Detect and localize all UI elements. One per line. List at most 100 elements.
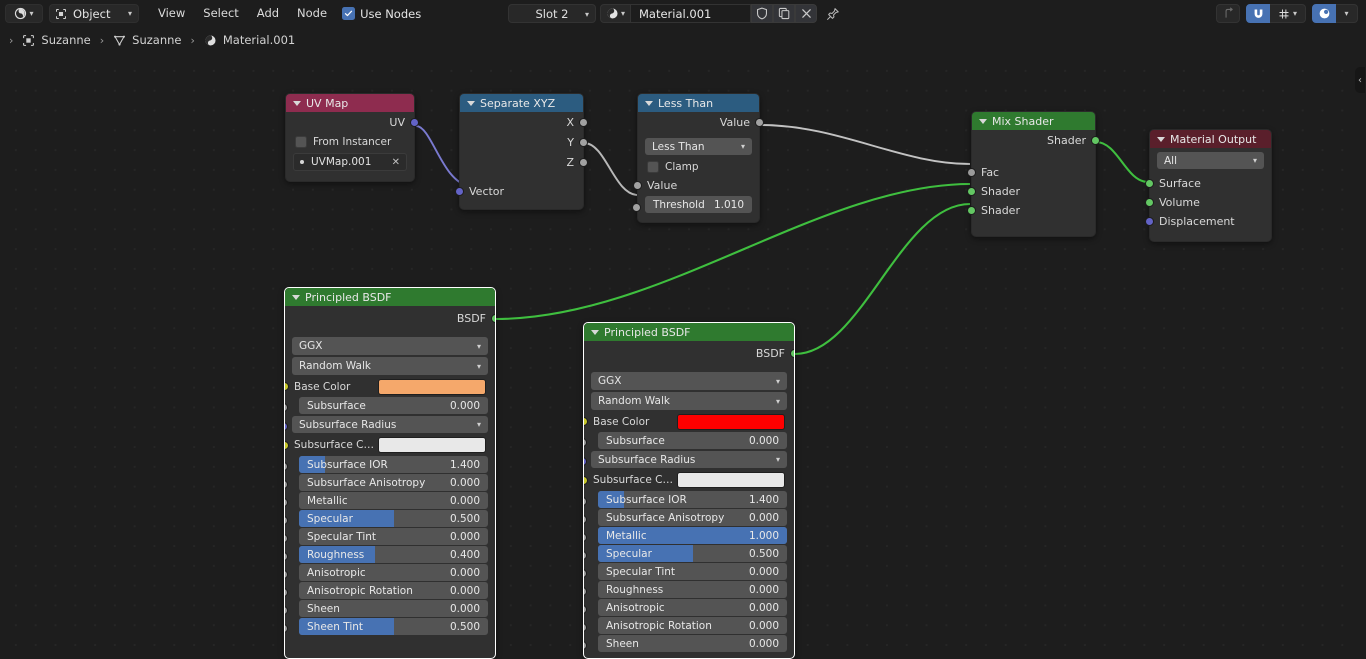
subsurface-color-swatch[interactable] <box>378 437 486 453</box>
slider-specular-tint[interactable]: Specular Tint 0.000 <box>598 563 787 580</box>
output-shader[interactable]: Shader <box>972 130 1100 150</box>
target-dropdown[interactable]: All ▾ <box>1157 152 1264 169</box>
socket-specular-in[interactable] <box>285 516 288 525</box>
collapse-triangle-icon[interactable] <box>591 330 599 335</box>
menu-view[interactable]: View <box>149 4 194 23</box>
input-surface[interactable]: Surface <box>1145 174 1271 193</box>
node-principled-bsdf-right[interactable]: Principled BSDF BSDF GGX ▾ Random Walk ▾… <box>583 322 795 659</box>
node-less-than[interactable]: Less Than Value Less Than ▾ Clamp Value <box>632 93 764 223</box>
node-mix-shader-header[interactable]: Mix Shader <box>972 112 1095 130</box>
node-less-than-header[interactable]: Less Than <box>638 94 759 112</box>
collapse-triangle-icon[interactable] <box>1157 137 1165 142</box>
socket-sheen-in[interactable] <box>584 641 587 650</box>
threshold-slider[interactable]: Threshold 1.010 <box>645 196 752 213</box>
breadcrumb-item-object[interactable]: Suzanne <box>41 33 90 47</box>
socket-anisotropic-in[interactable] <box>584 605 587 614</box>
subsurface-method-dropdown[interactable]: Random Walk ▾ <box>292 357 488 375</box>
socket-roughness-in[interactable] <box>584 587 587 596</box>
subsurface-radius-dropdown[interactable]: Subsurface Radius ▾ <box>591 451 787 468</box>
node-uv-map-header[interactable]: UV Map <box>286 94 414 112</box>
menu-add[interactable]: Add <box>248 4 288 23</box>
socket-z-out[interactable] <box>579 158 588 167</box>
slider-anisotropic-rotation[interactable]: Anisotropic Rotation 0.000 <box>598 617 787 634</box>
overlays-toggle-button[interactable] <box>1312 4 1336 23</box>
shader-type-dropdown[interactable]: Object ▾ <box>49 4 139 23</box>
socket-volume-in[interactable] <box>1145 198 1154 207</box>
slider-sheen-tint[interactable]: Sheen Tint 0.500 <box>299 618 488 635</box>
node-material-output[interactable]: Material Output All ▾ Surface Volume Dis… <box>1145 129 1272 242</box>
socket-value-out[interactable] <box>755 118 764 127</box>
subsurface-color-swatch[interactable] <box>677 472 785 488</box>
node-material-output-header[interactable]: Material Output <box>1150 130 1271 148</box>
input-shader-1[interactable]: Shader <box>967 182 1095 201</box>
node-mix-shader[interactable]: Mix Shader Shader Fac Shader Shader <box>967 111 1100 237</box>
node-principled-bsdf-left[interactable]: Principled BSDF BSDF GGX ▾ Random Walk ▾… <box>284 287 496 659</box>
slider-subsurface-ior[interactable]: Subsurface IOR 1.400 <box>299 456 488 473</box>
socket-threshold-in[interactable] <box>632 203 641 212</box>
output-y[interactable]: Y <box>460 132 588 152</box>
pin-button[interactable] <box>826 7 840 21</box>
socket-x-out[interactable] <box>579 118 588 127</box>
node-uv-map[interactable]: UV Map UV From Instancer UVMap.001 ✕ <box>285 93 419 182</box>
socket-uv-out[interactable] <box>410 118 419 127</box>
slider-roughness[interactable]: Roughness 0.000 <box>598 581 787 598</box>
node-principled-bsdf-right-header[interactable]: Principled BSDF <box>584 323 794 341</box>
socket-shader1-in[interactable] <box>967 187 976 196</box>
socket-anisotropic-rotation-in[interactable] <box>285 588 288 597</box>
node-separate-xyz[interactable]: Separate XYZ X Y Z Vector <box>455 93 588 210</box>
socket-subsurface-ior-in[interactable] <box>584 497 587 506</box>
socket-vector-in[interactable] <box>455 187 464 196</box>
clamp-checkbox[interactable]: Clamp <box>638 157 759 176</box>
input-fac[interactable]: Fac <box>967 163 1095 182</box>
socket-shader2-in[interactable] <box>967 206 976 215</box>
socket-specular-tint-in[interactable] <box>285 534 288 543</box>
overlays-dropdown[interactable]: ▾ <box>1336 4 1358 23</box>
slider-anisotropic[interactable]: Anisotropic 0.000 <box>598 599 787 616</box>
output-bsdf[interactable]: BSDF <box>584 341 794 365</box>
socket-subsurface-anisotropy-in[interactable] <box>584 515 587 524</box>
socket-subsurface-in[interactable] <box>584 438 587 447</box>
slider-specular[interactable]: Specular 0.500 <box>598 545 787 562</box>
slider-subsurface-ior[interactable]: Subsurface IOR 1.400 <box>598 491 787 508</box>
operation-dropdown[interactable]: Less Than ▾ <box>645 138 752 155</box>
socket-metallic-in[interactable] <box>584 533 587 542</box>
socket-shader-out[interactable] <box>1091 136 1100 145</box>
snap-target-dropdown[interactable]: ▾ <box>1270 4 1306 23</box>
slider-specular-tint[interactable]: Specular Tint 0.000 <box>299 528 488 545</box>
clear-icon[interactable]: ✕ <box>392 157 400 168</box>
go-to-parent-button[interactable] <box>1216 4 1240 23</box>
input-vector[interactable]: Vector <box>455 182 583 201</box>
menu-node[interactable]: Node <box>288 4 336 23</box>
input-value[interactable]: Value <box>633 176 759 195</box>
socket-base-color-in[interactable] <box>584 417 588 426</box>
slider-specular[interactable]: Specular 0.500 <box>299 510 488 527</box>
collapse-triangle-icon[interactable] <box>292 295 300 300</box>
slider-sheen[interactable]: Sheen 0.000 <box>299 600 488 617</box>
socket-specular-in[interactable] <box>584 551 587 560</box>
slider-roughness[interactable]: Roughness 0.400 <box>299 546 488 563</box>
distribution-dropdown[interactable]: GGX ▾ <box>292 337 488 355</box>
socket-subsurface-in[interactable] <box>285 403 288 412</box>
socket-roughness-in[interactable] <box>285 552 288 561</box>
socket-value-in[interactable] <box>633 181 642 190</box>
slider-metallic[interactable]: Metallic 0.000 <box>299 492 488 509</box>
slider-subsurface[interactable]: Subsurface 0.000 <box>598 432 787 449</box>
editor-type-button[interactable]: ▾ <box>5 4 43 23</box>
slider-subsurface[interactable]: Subsurface 0.000 <box>299 397 488 414</box>
slider-anisotropic[interactable]: Anisotropic 0.000 <box>299 564 488 581</box>
socket-sheen-tint-in[interactable] <box>285 624 288 633</box>
slider-subsurface-anisotropy[interactable]: Subsurface Anisotropy 0.000 <box>299 474 488 491</box>
subsurface-method-dropdown[interactable]: Random Walk ▾ <box>591 392 787 410</box>
node-principled-bsdf-left-header[interactable]: Principled BSDF <box>285 288 495 306</box>
socket-subsurface-color-in[interactable] <box>285 441 289 450</box>
socket-fac-in[interactable] <box>967 168 976 177</box>
output-z[interactable]: Z <box>460 152 588 172</box>
material-browse-button[interactable]: ▾ <box>600 4 631 23</box>
from-instancer-checkbox[interactable]: From Instancer <box>286 132 414 151</box>
socket-metallic-in[interactable] <box>285 498 288 507</box>
output-x[interactable]: X <box>460 112 588 132</box>
slider-sheen[interactable]: Sheen 0.000 <box>598 635 787 652</box>
node-editor-canvas[interactable]: ‹ UV Map UV From Instancer UVMap.001 ✕ S… <box>0 53 1366 659</box>
breadcrumb-item-material[interactable]: Material.001 <box>223 33 295 47</box>
base-color-swatch[interactable] <box>677 413 785 430</box>
